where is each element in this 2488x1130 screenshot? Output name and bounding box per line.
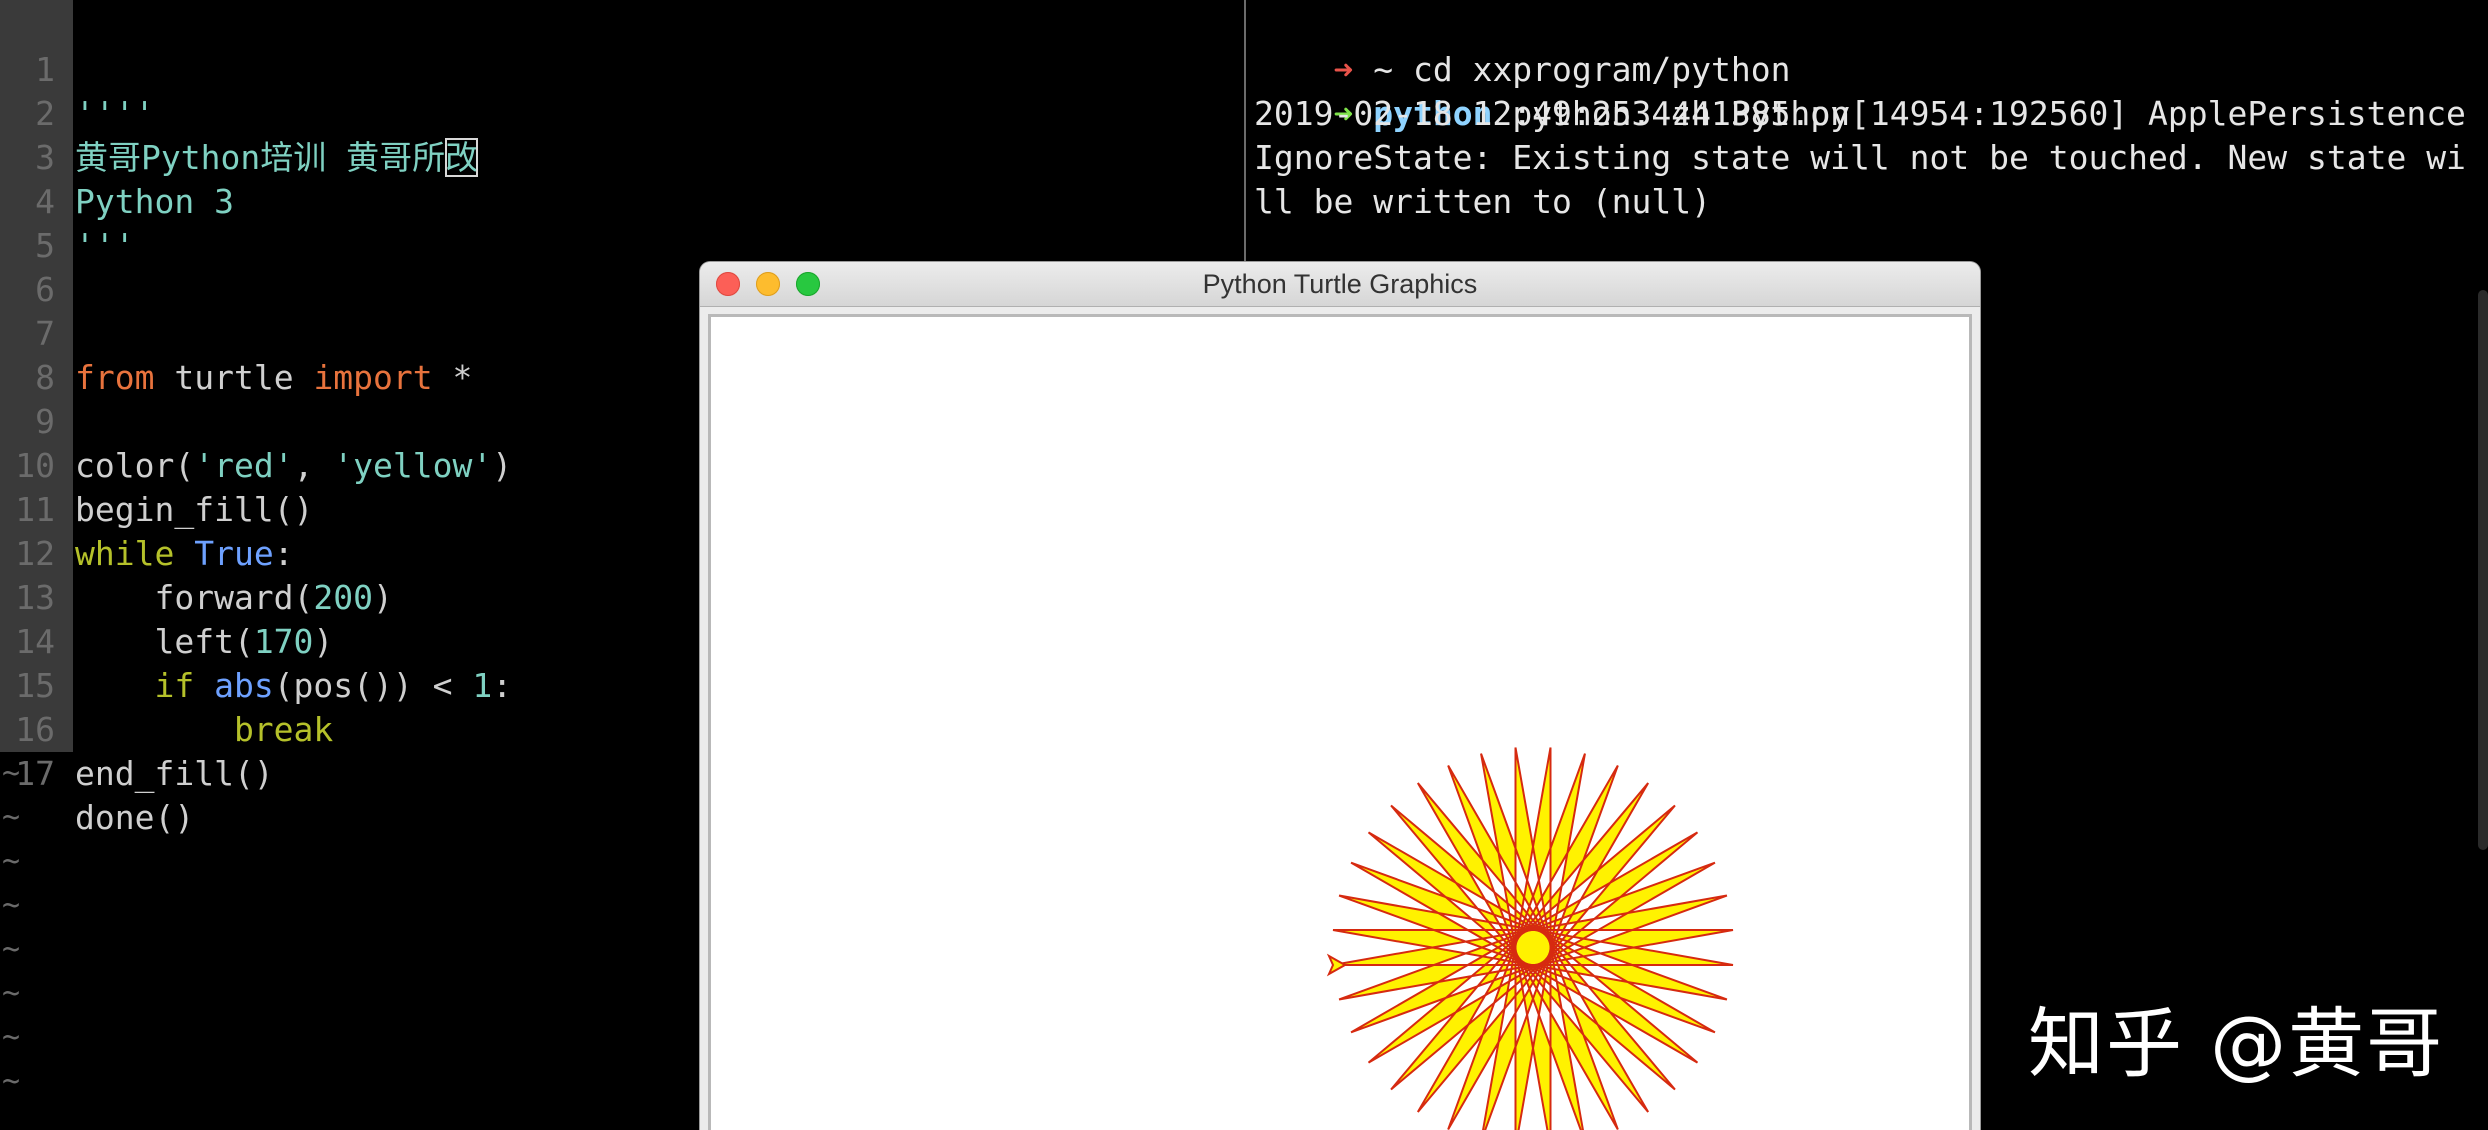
terminal-line: ➜ python python3 zh1385.py [1254, 48, 1850, 133]
turtle-graphics-window[interactable]: Python Turtle Graphics [700, 262, 1980, 1130]
comma: , [293, 446, 334, 485]
code-text: '''' [75, 94, 155, 133]
code-line[interactable]: 13 left(170) [0, 532, 333, 661]
string-literal: 'yellow' [333, 446, 493, 485]
code-line[interactable]: 10 begin_fill() [0, 400, 313, 529]
code-text: color('red', 'yellow') [75, 444, 512, 488]
code-text: ''' [75, 226, 135, 265]
number-literal: 200 [313, 578, 374, 617]
constant-true: True [194, 534, 274, 573]
code-line[interactable]: 12 forward(200) [0, 488, 393, 617]
number-literal: 170 [253, 622, 314, 661]
empty-line-tilde: ~ [2, 976, 21, 1011]
keyword-if: if [75, 666, 215, 705]
empty-line-tilde: ~ [2, 1064, 21, 1099]
code-text: forward(200) [75, 576, 393, 620]
terminal-output-line: IgnoreState: Existing state will not be … [1254, 138, 2466, 177]
zhihu-watermark: 知乎 @黄哥 [2028, 999, 2445, 1088]
sun-star-shape [1332, 747, 1734, 1130]
code-text: while True: [75, 532, 294, 576]
code-line[interactable]: 17 done() [0, 708, 194, 837]
code-line[interactable]: 5 [0, 180, 79, 265]
code-line[interactable]: 1 '''' [0, 4, 154, 133]
keyword-import: import [313, 358, 433, 397]
code-line[interactable]: 9 color('red', 'yellow') [0, 356, 512, 485]
empty-line-tilde: ~ [2, 1020, 21, 1055]
code-text: Python 3 [75, 182, 234, 221]
terminal-scrollbar[interactable] [2478, 290, 2488, 850]
keyword-break: break [75, 710, 334, 749]
number-literal: 1 [472, 666, 493, 705]
call-color: color( [75, 446, 195, 485]
expression: (pos()) < [273, 666, 473, 705]
string-literal: 'red' [194, 446, 294, 485]
terminal-output-line: ll be written to (null) [1254, 182, 1711, 221]
keyword-from: from [75, 358, 155, 397]
code-text: begin_fill() [75, 490, 314, 529]
empty-line-tilde: ~ [2, 932, 21, 967]
code-text: 黄哥Python培训 黄哥所改 [75, 136, 479, 180]
paren: ) [373, 578, 393, 617]
code-line[interactable]: 11 while True: [0, 444, 293, 573]
module-name: turtle [154, 358, 314, 397]
code-text: done() [75, 798, 195, 837]
import-star: * [432, 358, 473, 397]
window-title: Python Turtle Graphics [1202, 269, 1478, 299]
paren: ) [313, 622, 334, 661]
code-line[interactable]: 16 end_fill() [0, 664, 273, 793]
turtle-drawing [1326, 747, 1734, 1130]
terminal-line: ➜ ~ cd xxprogram/python [1254, 4, 1790, 89]
keyword-while: while [75, 534, 175, 573]
empty-line-tilde: ~ [2, 844, 21, 879]
code-line[interactable]: 3 Python 3 [0, 92, 234, 221]
code-line[interactable]: 14 if abs(pos()) < 1: [0, 576, 512, 705]
call-forward: forward( [75, 578, 314, 617]
window-titlebar[interactable]: Python Turtle Graphics [700, 262, 1980, 307]
empty-line-tilde: ~ [2, 800, 21, 835]
text-cursor: 改 [445, 138, 479, 177]
code-line[interactable]: 8 [0, 312, 79, 397]
code-text: if abs(pos()) < 1: [75, 664, 512, 708]
code-text: left(170) [75, 620, 333, 664]
code-line[interactable]: 15 break [0, 620, 333, 749]
colon: : [492, 666, 513, 705]
code-text: from turtle import * [75, 356, 472, 400]
code-line[interactable]: 2 黄哥Python培训 黄哥所改 [0, 48, 479, 177]
empty-line-tilde: ~ [2, 888, 21, 923]
turtle-arrow-icon [1326, 953, 1348, 977]
call-left: left( [75, 622, 254, 661]
docstring-text: 黄哥Python培训 黄哥所 [75, 138, 446, 177]
code-text: end_fill() [75, 754, 274, 793]
empty-line-tilde: ~ [2, 756, 21, 791]
turtle-canvas[interactable] [708, 314, 1972, 1130]
code-line[interactable]: 7 from turtle import * [0, 268, 472, 397]
code-line[interactable]: 6 [0, 224, 79, 309]
code-line[interactable]: 4 ''' [0, 136, 134, 265]
paren: ) [492, 446, 513, 485]
terminal-output-line: 2019-02-18 12:49:25.444 Python[14954:192… [1254, 94, 2466, 133]
colon: : [273, 534, 294, 573]
builtin-abs: abs [214, 666, 274, 705]
